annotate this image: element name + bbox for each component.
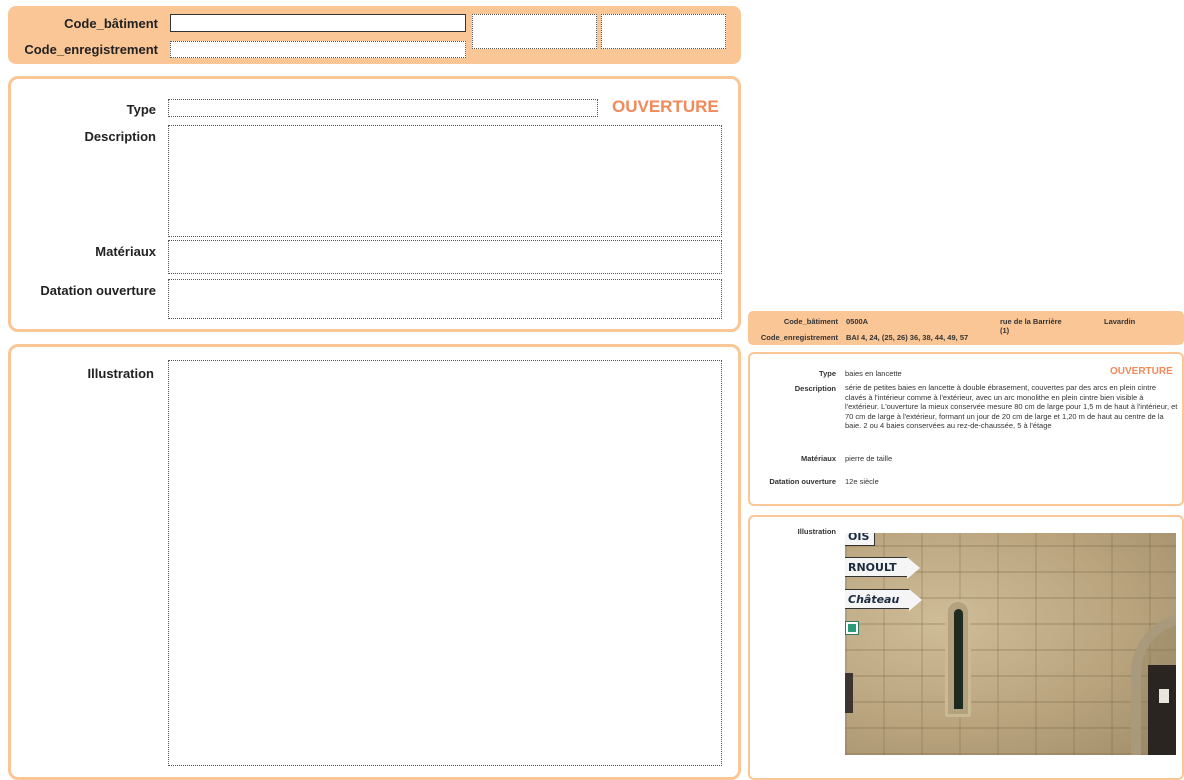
preview-description-value: série de petites baies en lancette à dou… (845, 383, 1178, 430)
preview-address: rue de la Barrière (1000, 317, 1062, 326)
materiaux-label: Matériaux (95, 244, 156, 259)
photo-sign-top: OIS (845, 533, 875, 546)
photo-lancet-window (954, 609, 963, 709)
preview-datation-label: Datation ouverture (769, 477, 836, 486)
photo-sign-bottom-text: Château (848, 592, 900, 606)
preview-photo: OIS RNOULT Château (845, 533, 1176, 755)
code-batiment-field[interactable] (170, 14, 466, 32)
preview-code-enregistrement-value: BAI 4, 24, (25, 26) 36, 38, 44, 49, 57 (846, 333, 969, 342)
preview-materiaux-value: pierre de taille (845, 454, 893, 463)
photo-sign-small-icon (845, 621, 859, 635)
code-enregistrement-label: Code_enregistrement (24, 42, 158, 57)
materiaux-field[interactable] (168, 240, 722, 274)
code-enregistrement-field[interactable] (170, 41, 466, 58)
datation-label: Datation ouverture (40, 283, 156, 298)
preview-materiaux-label: Matériaux (800, 454, 836, 463)
description-label: Description (84, 129, 156, 144)
type-field[interactable] (168, 99, 598, 117)
photo-sign-bottom-arrow (909, 589, 922, 611)
photo-left-object (845, 673, 853, 713)
commune-field[interactable] (601, 14, 726, 49)
preview-code-batiment-value: 0500A (846, 317, 869, 326)
illustration-label: Illustration (87, 366, 154, 381)
preview-type-value: baies en lancette (845, 369, 902, 378)
preview-commune: Lavardin (1104, 317, 1136, 326)
photo-doorway (1148, 665, 1176, 755)
preview-description-label: Description (794, 384, 836, 393)
photo-sign-middle-text: RNOULT (848, 560, 897, 574)
photo-sign-middle: RNOULT (845, 557, 920, 579)
preview-category-title: OUVERTURE (1110, 366, 1173, 377)
photo-sign-top-text: OIS (848, 533, 870, 543)
preview-type-label: Type (819, 369, 836, 378)
preview-address-note: (1) (1000, 326, 1010, 335)
type-label: Type (126, 102, 156, 117)
preview-code-enregistrement-label: Code_enregistrement (760, 333, 838, 342)
preview-illustration-label: Illustration (797, 527, 836, 536)
preview-datation-value: 12e siècle (845, 477, 879, 486)
photo-doorway-notice (1159, 689, 1169, 703)
code-batiment-label: Code_bâtiment (64, 16, 158, 31)
datation-field[interactable] (168, 279, 722, 319)
preview-code-batiment-label: Code_bâtiment (783, 317, 838, 326)
photo-sign-small-icon-mark (848, 624, 856, 632)
photo-sign-middle-arrow (907, 557, 920, 579)
category-title: OUVERTURE (612, 97, 719, 116)
address-field[interactable] (472, 14, 597, 49)
description-field[interactable] (168, 125, 722, 237)
photo-sign-bottom: Château (845, 589, 922, 611)
illustration-field[interactable] (168, 360, 722, 766)
